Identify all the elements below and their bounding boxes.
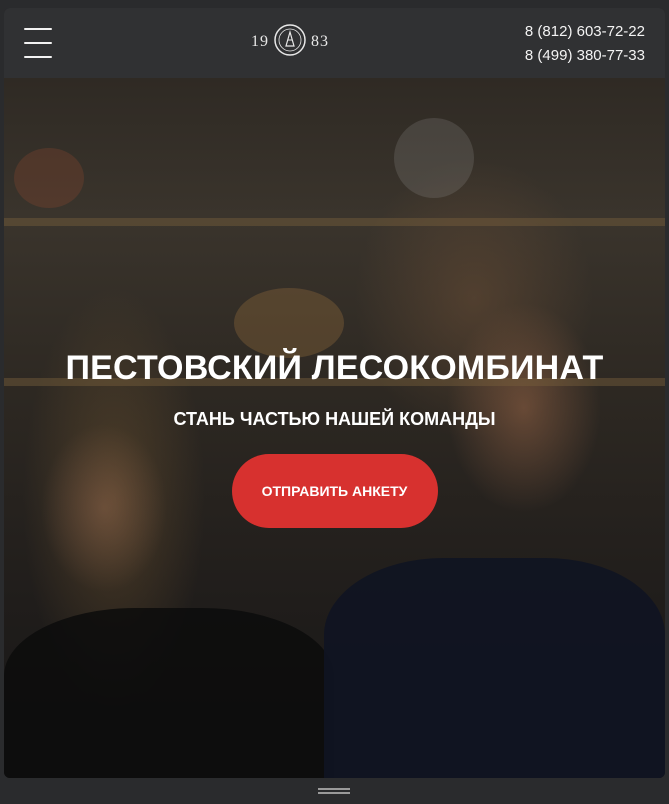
logo-year-left: 19 (251, 33, 269, 50)
background-decor (14, 148, 84, 208)
background-decor (394, 118, 474, 198)
phone-list: 8 (812) 603-72-22 8 (499) 380-77-33 (525, 20, 645, 68)
logo-year-right: 83 (311, 33, 329, 50)
phone-link-moscow[interactable]: 8 (499) 380-77-33 (525, 44, 645, 68)
send-application-button[interactable]: ОТПРАВИТЬ АНКЕТУ (231, 454, 438, 528)
page-frame: 19 83 8 (812) 603-72-22 8 (499) 380-77-3… (4, 8, 665, 778)
background-shelf (4, 218, 665, 226)
hero-subtitle: СТАНЬ ЧАСТЬЮ НАШЕЙ КОМАНДЫ (173, 409, 496, 429)
person-left-silhouette (4, 608, 334, 778)
header-bar: 19 83 8 (812) 603-72-22 8 (499) 380-77-3… (4, 8, 665, 78)
company-logo[interactable]: 19 83 (249, 22, 331, 62)
phone-link-spb[interactable]: 8 (812) 603-72-22 (525, 20, 645, 44)
hero-content: ПЕСТОВСКИЙ ЛЕСОКОМБИНАТ СТАНЬ ЧАСТЬЮ НАШ… (4, 348, 665, 528)
person-right-silhouette (324, 558, 665, 778)
hero-title: ПЕСТОВСКИЙ ЛЕСОКОМБИНАТ (65, 349, 604, 387)
hamburger-menu-icon[interactable] (24, 28, 52, 58)
drag-handle-icon[interactable] (318, 788, 350, 794)
company-seal-icon (273, 23, 307, 62)
